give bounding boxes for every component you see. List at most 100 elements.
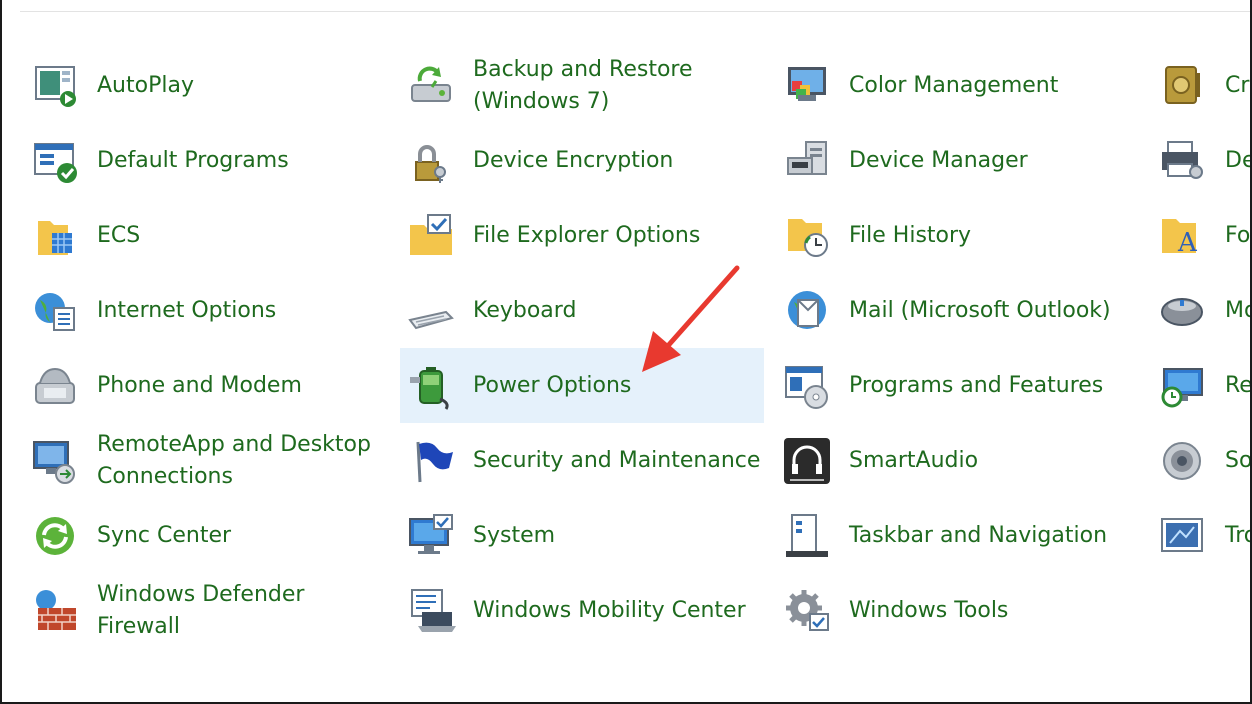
control-panel-item-label[interactable]: Keyboard: [473, 295, 576, 327]
control-panel-item-label[interactable]: Windows Mobility Center: [473, 595, 746, 627]
programs-features-icon: [782, 361, 832, 411]
column-3: Color Management Device Manager File Histo…: [776, 48, 1142, 648]
control-panel-item-label[interactable]: Power Options: [473, 370, 631, 402]
control-panel-item-label[interactable]: Windows Defender Firewall: [97, 579, 304, 643]
system-icon: [406, 511, 456, 561]
column-4: Cre De A Fo Mo Re Sou Tro: [1152, 48, 1250, 573]
control-panel-item-label[interactable]: Phone and Modem: [97, 370, 302, 402]
control-panel-item-smartaudio[interactable]: SmartAudio: [776, 423, 1142, 498]
sync-center-icon: [30, 511, 80, 561]
credential-manager-icon: [1158, 61, 1208, 111]
control-panel-item-backup-restore[interactable]: Backup and Restore (Windows 7): [400, 48, 764, 123]
control-panel-item-label[interactable]: Windows Tools: [849, 595, 1008, 627]
taskbar-icon: [782, 511, 832, 561]
control-panel-item-label[interactable]: File Explorer Options: [473, 220, 700, 252]
troubleshooting-icon: [1158, 511, 1208, 561]
control-panel-item-label[interactable]: Color Management: [849, 70, 1058, 102]
control-panel-item-label[interactable]: RemoteApp and Desktop Connections: [97, 429, 371, 493]
control-panel-item-label[interactable]: De: [1225, 145, 1250, 177]
control-panel-item-keyboard[interactable]: Keyboard: [400, 273, 764, 348]
control-panel-item-label[interactable]: Backup and Restore (Windows 7): [473, 54, 693, 118]
control-panel-item-device-encryption[interactable]: Device Encryption: [400, 123, 764, 198]
color-management-icon: [782, 61, 832, 111]
control-panel-item-label[interactable]: ECS: [97, 220, 140, 252]
windows-tools-icon: [782, 586, 832, 636]
control-panel-item-security-flag[interactable]: Security and Maintenance: [400, 423, 764, 498]
mouse-icon: [1158, 286, 1208, 336]
recovery-icon: [1158, 361, 1208, 411]
control-panel-item-power-options[interactable]: Power Options: [400, 348, 764, 423]
control-panel-item-label[interactable]: Tro: [1225, 520, 1250, 552]
control-panel-item-label[interactable]: Taskbar and Navigation: [849, 520, 1107, 552]
control-panel-item-fonts[interactable]: A Fo: [1152, 198, 1250, 273]
control-panel-item-label[interactable]: Mail (Microsoft Outlook): [849, 295, 1111, 327]
control-panel-item-taskbar[interactable]: Taskbar and Navigation: [776, 498, 1142, 573]
security-flag-icon: [406, 436, 456, 486]
device-encryption-icon: [406, 136, 456, 186]
control-panel-item-firewall[interactable]: Windows Defender Firewall: [24, 573, 384, 648]
control-panel-item-label[interactable]: Internet Options: [97, 295, 276, 327]
ecs-folder-icon: [30, 211, 80, 261]
sound-icon: [1158, 436, 1208, 486]
remoteapp-icon: [30, 436, 80, 486]
control-panel-item-devices-printers[interactable]: De: [1152, 123, 1250, 198]
control-panel-item-label[interactable]: Sou: [1225, 445, 1250, 477]
control-panel-item-sound[interactable]: Sou: [1152, 423, 1250, 498]
control-panel-item-mobility-center[interactable]: Windows Mobility Center: [400, 573, 764, 648]
control-panel-item-label[interactable]: Security and Maintenance: [473, 445, 760, 477]
column-2: Backup and Restore (Windows 7) Device Enc…: [400, 48, 764, 648]
control-panel-item-label[interactable]: Device Manager: [849, 145, 1028, 177]
control-panel-item-troubleshooting[interactable]: Tro: [1152, 498, 1250, 573]
control-panel-item-file-history[interactable]: File History: [776, 198, 1142, 273]
default-programs-icon: [30, 136, 80, 186]
control-panel-item-label[interactable]: AutoPlay: [97, 70, 194, 102]
control-panel-item-windows-tools[interactable]: Windows Tools: [776, 573, 1142, 648]
control-panel-item-internet-options[interactable]: Internet Options: [24, 273, 384, 348]
mobility-center-icon: [406, 586, 456, 636]
control-panel-item-label[interactable]: SmartAudio: [849, 445, 978, 477]
control-panel-item-autoplay[interactable]: AutoPlay: [24, 48, 384, 123]
control-panel-item-label[interactable]: Fo: [1225, 220, 1250, 252]
control-panel-item-ecs-folder[interactable]: ECS: [24, 198, 384, 273]
control-panel-item-recovery[interactable]: Re: [1152, 348, 1250, 423]
control-panel-item-label[interactable]: Cre: [1225, 70, 1250, 102]
control-panel-item-mail[interactable]: Mail (Microsoft Outlook): [776, 273, 1142, 348]
autoplay-icon: [30, 61, 80, 111]
control-panel-item-label[interactable]: File History: [849, 220, 971, 252]
control-panel-item-sync-center[interactable]: Sync Center: [24, 498, 384, 573]
control-panel-item-label[interactable]: Re: [1225, 370, 1250, 402]
column-1: AutoPlay Default Programs ECS Internet Opti…: [24, 48, 384, 648]
control-panel-item-credential-manager[interactable]: Cre: [1152, 48, 1250, 123]
device-manager-icon: [782, 136, 832, 186]
svg-text:A: A: [1177, 228, 1198, 258]
control-panel-item-system[interactable]: System: [400, 498, 764, 573]
file-history-icon: [782, 211, 832, 261]
control-panel-item-label[interactable]: Mo: [1225, 295, 1250, 327]
control-panel-item-programs-features[interactable]: Programs and Features: [776, 348, 1142, 423]
control-panel-item-default-programs[interactable]: Default Programs: [24, 123, 384, 198]
control-panel-item-color-management[interactable]: Color Management: [776, 48, 1142, 123]
firewall-icon: [30, 586, 80, 636]
fonts-icon: A: [1158, 211, 1208, 261]
control-panel-window: AutoPlay Default Programs ECS Internet Opti…: [0, 0, 1252, 704]
control-panel-item-remoteapp[interactable]: RemoteApp and Desktop Connections: [24, 423, 384, 498]
control-panel-item-label[interactable]: Default Programs: [97, 145, 289, 177]
smartaudio-icon: [782, 436, 832, 486]
control-panel-item-label[interactable]: Device Encryption: [473, 145, 673, 177]
phone-modem-icon: [30, 361, 80, 411]
control-panel-item-file-explorer-options[interactable]: File Explorer Options: [400, 198, 764, 273]
keyboard-icon: [406, 286, 456, 336]
internet-options-icon: [30, 286, 80, 336]
control-panel-item-label[interactable]: Programs and Features: [849, 370, 1103, 402]
control-panel-item-mouse[interactable]: Mo: [1152, 273, 1250, 348]
control-panel-item-label[interactable]: Sync Center: [97, 520, 231, 552]
header-divider: [20, 11, 1250, 12]
backup-restore-icon: [406, 61, 456, 111]
mail-icon: [782, 286, 832, 336]
file-explorer-options-icon: [406, 211, 456, 261]
power-options-icon: [406, 361, 456, 411]
control-panel-item-device-manager[interactable]: Device Manager: [776, 123, 1142, 198]
control-panel-item-phone-modem[interactable]: Phone and Modem: [24, 348, 384, 423]
devices-printers-icon: [1158, 136, 1208, 186]
control-panel-item-label[interactable]: System: [473, 520, 555, 552]
